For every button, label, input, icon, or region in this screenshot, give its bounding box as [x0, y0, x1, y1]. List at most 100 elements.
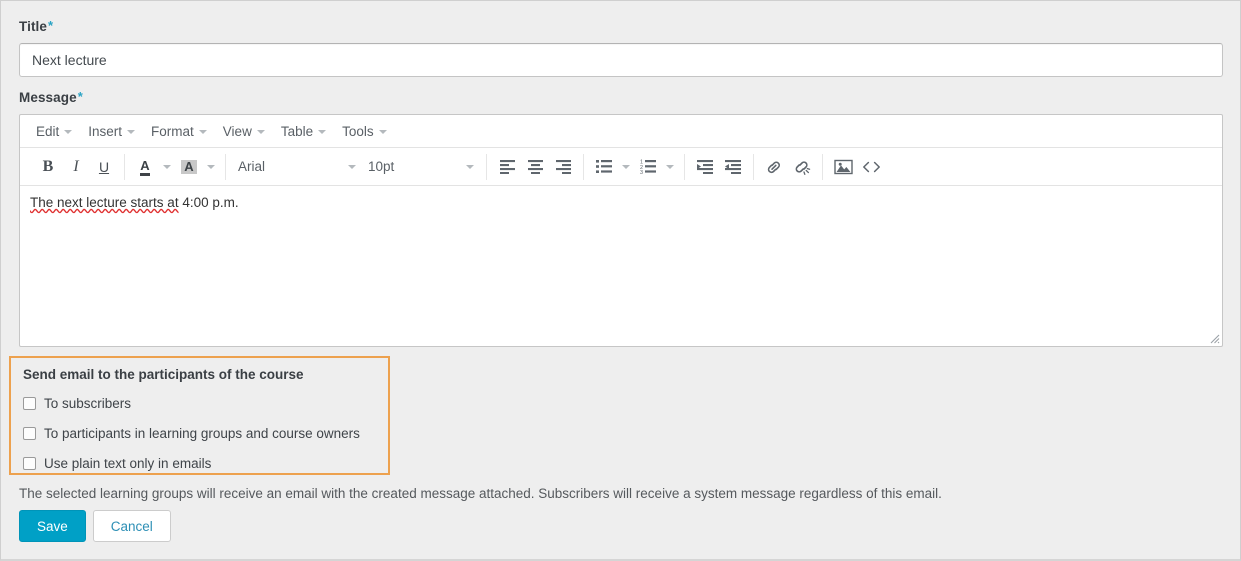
menu-insert[interactable]: Insert	[80, 121, 143, 142]
title-label: Title*	[19, 19, 53, 34]
text-color-dropdown[interactable]	[159, 154, 175, 180]
checkbox-label-use-plain-text: Use plain text only in emails	[44, 455, 212, 471]
align-right-button[interactable]	[549, 154, 577, 180]
message-label-text: Message	[19, 90, 77, 105]
menu-format-label: Format	[151, 123, 194, 139]
checkbox-row-subscribers[interactable]: To subscribers	[23, 391, 376, 415]
indent-icon	[696, 160, 713, 174]
save-button[interactable]: Save	[19, 510, 86, 542]
email-help-text: The selected learning groups will receiv…	[19, 486, 942, 501]
toolbar-group-align	[487, 153, 584, 180]
toolbar-group-indent	[685, 153, 754, 180]
checkbox-label-to-subscribers: To subscribers	[44, 395, 132, 411]
underline-icon: U	[98, 158, 110, 175]
numbered-list-button[interactable]: 1 2 3	[634, 154, 662, 180]
text-color-button[interactable]: A	[131, 154, 159, 180]
text-color-icon: A	[140, 157, 151, 176]
chevron-down-icon	[666, 164, 674, 169]
toolbar-group-font: Arial 10pt	[226, 153, 487, 180]
checkbox-row-learning-groups[interactable]: To participants in learning groups and c…	[23, 421, 376, 445]
link-icon	[767, 161, 780, 173]
title-input[interactable]	[19, 43, 1223, 77]
numbered-list-dropdown[interactable]	[662, 154, 678, 180]
menu-table-label: Table	[280, 123, 314, 139]
menu-tools[interactable]: Tools	[334, 121, 395, 142]
unlink-button[interactable]	[788, 154, 816, 180]
menu-view[interactable]: View	[215, 121, 273, 142]
chevron-down-icon	[198, 130, 207, 134]
toolbar-group-link	[754, 153, 823, 180]
chevron-down-icon	[348, 164, 356, 169]
svg-text:3: 3	[640, 170, 643, 174]
menu-tools-label: Tools	[342, 123, 374, 139]
checkbox-to-subscribers[interactable]	[23, 396, 36, 410]
checkbox-row-plain-text[interactable]: Use plain text only in emails	[23, 451, 376, 475]
indent-button[interactable]	[691, 154, 719, 180]
message-label: Message*	[19, 90, 83, 105]
editor-paragraph: The next lecture starts at 4:00 p.m.	[30, 195, 1212, 210]
toolbar-group-colors: A A	[125, 153, 226, 180]
menu-view-label: View	[222, 123, 252, 139]
font-family-select[interactable]: Arial	[232, 154, 362, 180]
source-code-button[interactable]	[857, 154, 885, 180]
chevron-down-icon	[127, 130, 136, 134]
align-left-button[interactable]	[493, 154, 521, 180]
editor-menubar: Edit Insert Format View Table Tools	[20, 115, 1222, 148]
bold-button[interactable]: B	[34, 154, 62, 180]
required-asterisk: *	[48, 18, 54, 33]
chevron-down-icon	[207, 164, 215, 169]
unlink-icon	[795, 160, 811, 175]
source-code-icon	[862, 161, 880, 172]
toolbar-group-text-style: B I U	[28, 153, 125, 180]
align-left-icon	[499, 160, 515, 174]
menu-table[interactable]: Table	[273, 121, 334, 142]
font-size-value: 10pt	[368, 159, 395, 174]
align-right-icon	[555, 160, 571, 174]
underline-button[interactable]: U	[90, 154, 118, 180]
bullet-list-button[interactable]	[590, 154, 618, 180]
checkbox-label-to-participants-learning-groups: To participants in learning groups and c…	[44, 425, 360, 441]
menu-edit[interactable]: Edit	[28, 121, 80, 142]
font-family-value: Arial	[238, 159, 266, 174]
image-icon	[833, 159, 853, 174]
title-label-text: Title	[19, 19, 48, 34]
toolbar-group-lists: 1 2 3	[584, 153, 685, 180]
toolbar-group-insert	[823, 154, 891, 180]
chevron-down-icon	[318, 130, 327, 134]
chevron-down-icon	[163, 164, 171, 169]
editor-resize-handle[interactable]	[1207, 331, 1220, 344]
checkbox-to-participants-learning-groups[interactable]	[23, 426, 36, 440]
misspelled-text: The next lecture starts at	[30, 195, 179, 210]
checkbox-use-plain-text[interactable]	[23, 456, 36, 470]
chevron-down-icon	[64, 130, 73, 134]
email-options-heading: Send email to the participants of the co…	[23, 367, 304, 382]
editor-toolbar: B I U A A Arial 10pt 1 2 3	[20, 148, 1222, 186]
editor-text-rest: 4:00 p.m.	[178, 195, 239, 210]
background-color-button[interactable]: A	[175, 154, 203, 180]
form-actions: Save Cancel	[19, 510, 171, 542]
insert-image-button[interactable]	[829, 154, 857, 180]
chevron-down-icon	[256, 130, 265, 134]
insert-link-button[interactable]	[760, 154, 788, 180]
outdent-button[interactable]	[719, 154, 747, 180]
bullet-list-icon	[595, 160, 612, 173]
chevron-down-icon	[622, 164, 630, 169]
italic-icon: I	[73, 157, 79, 175]
required-asterisk-message: *	[77, 89, 83, 104]
menu-edit-label: Edit	[36, 123, 60, 139]
cancel-button[interactable]: Cancel	[92, 510, 171, 542]
background-color-dropdown[interactable]	[203, 154, 219, 180]
editor-content-area[interactable]: The next lecture starts at 4:00 p.m.	[20, 186, 1222, 346]
chevron-down-icon	[378, 130, 387, 134]
background-color-icon: A	[181, 159, 197, 174]
message-form-page: Title* Message* Edit Insert Format View	[0, 0, 1241, 561]
align-center-button[interactable]	[521, 154, 549, 180]
email-options-box: Send email to the participants of the co…	[9, 356, 390, 475]
menu-format[interactable]: Format	[143, 121, 215, 142]
bullet-list-dropdown[interactable]	[618, 154, 634, 180]
font-size-select[interactable]: 10pt	[362, 154, 480, 180]
outdent-icon	[724, 160, 741, 174]
italic-button[interactable]: I	[62, 154, 90, 180]
numbered-list-icon: 1 2 3	[640, 160, 656, 174]
align-center-icon	[527, 160, 543, 174]
